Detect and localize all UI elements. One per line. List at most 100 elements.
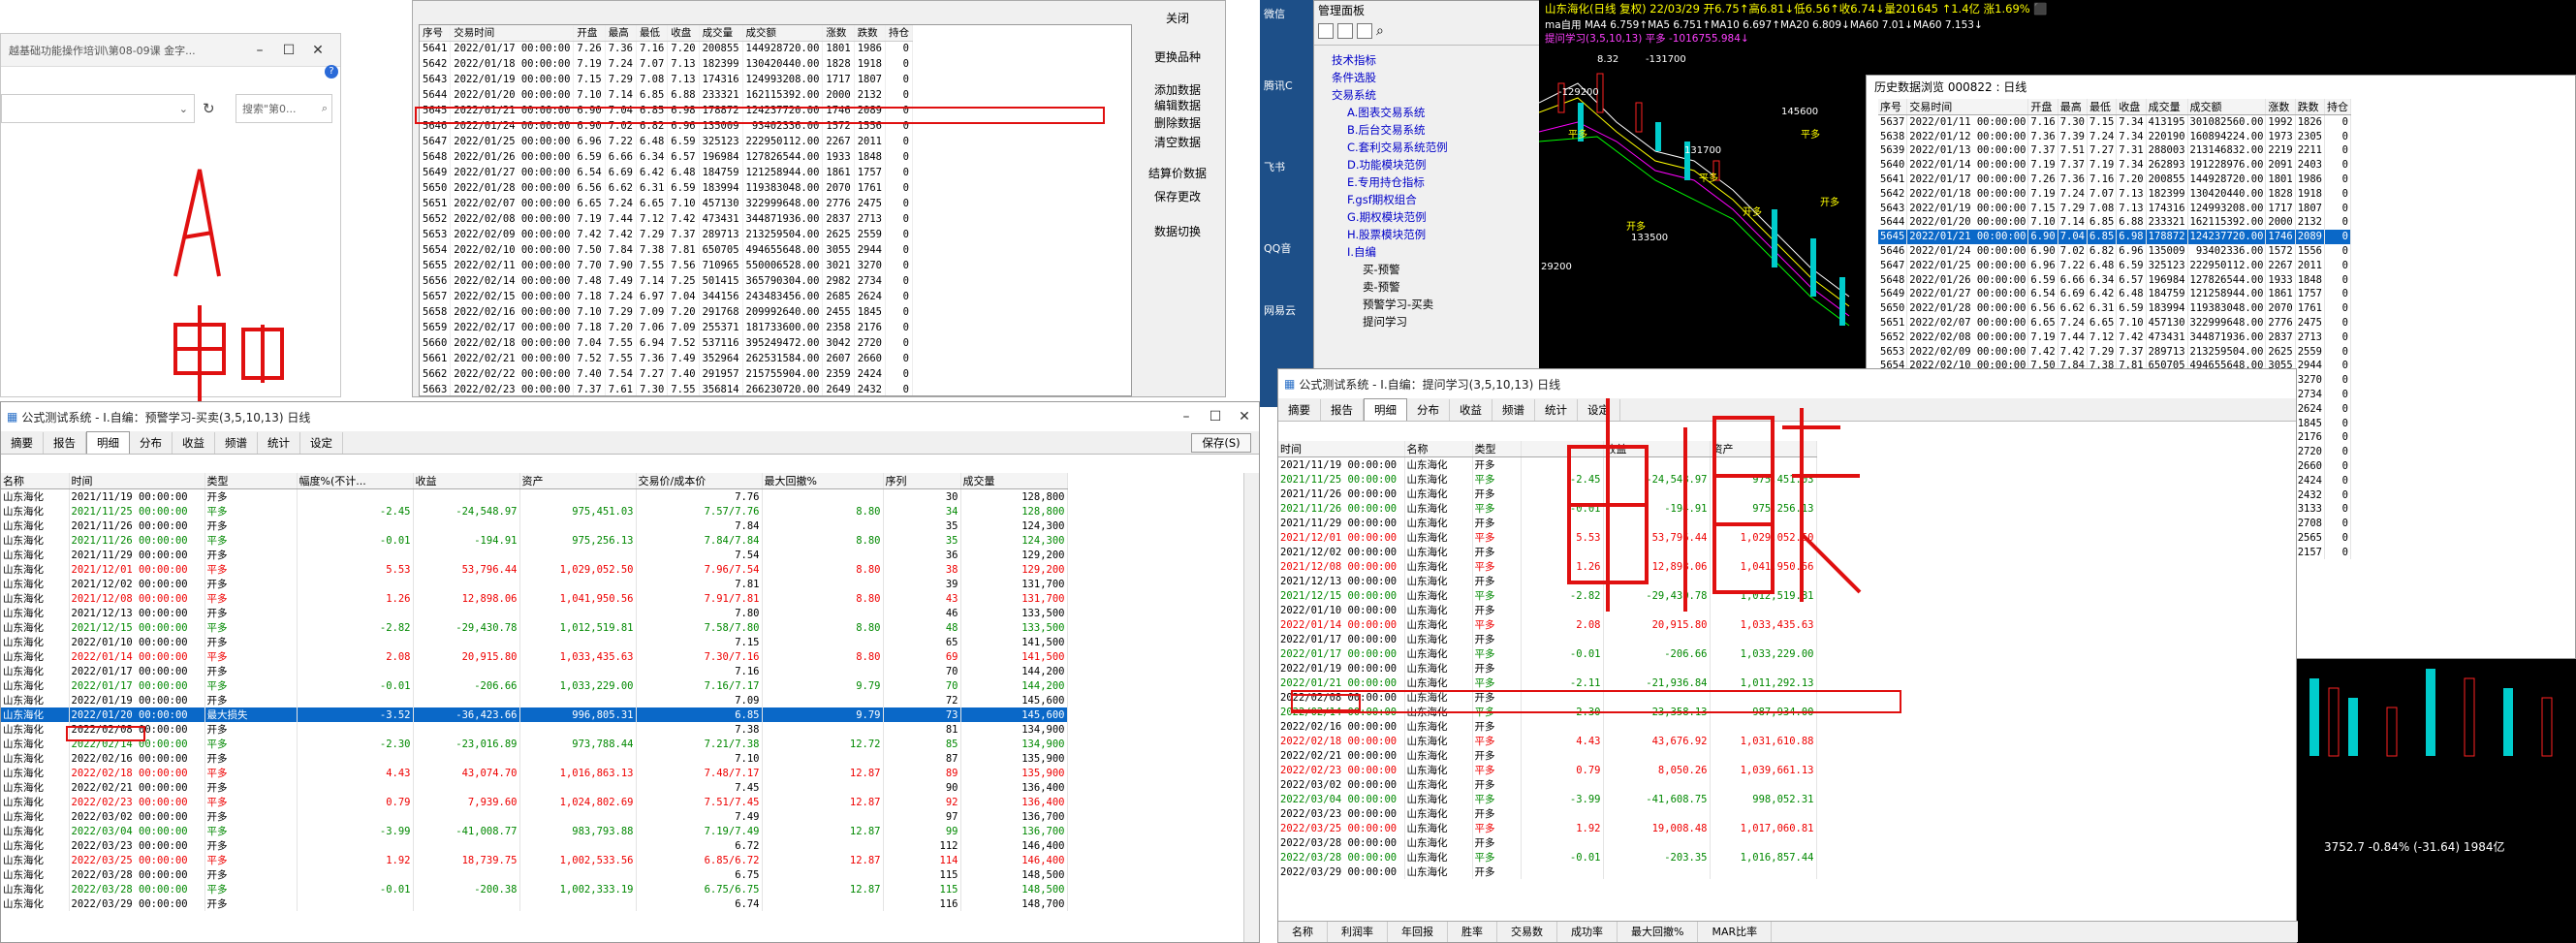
table-row[interactable]: 山东海化 2022/03/25 00:00:00 平多 1.92 18,739.75 1,… xyxy=(1,853,1068,867)
table-row[interactable]: 5647 2022/01/25 00:00:00 6.96 7.22 6.48 6.59 3… xyxy=(1878,258,2351,273)
column-header[interactable]: 跌数 xyxy=(2295,99,2325,115)
table-row[interactable]: 2022/02/23 00:00:00 山东海化 平多 0.79 8,050.26 1,0… xyxy=(1278,763,1817,777)
column-header[interactable]: 幅度%(不计... xyxy=(297,473,414,489)
table-row[interactable]: 5642 2022/01/18 00:00:00 7.19 7.24 7.07 7.13 1… xyxy=(420,56,913,72)
column-header[interactable]: 类型 xyxy=(1472,441,1522,457)
tree-item[interactable]: B.后台交易系统 xyxy=(1318,121,1542,139)
table-row[interactable]: 山东海化 2021/12/02 00:00:00 开多 7.81 39 131,700 xyxy=(1,577,1068,591)
column-header[interactable]: 涨数 xyxy=(2265,99,2296,115)
summary-column-header[interactable]: 利润率 xyxy=(1328,922,1388,942)
tree-item[interactable]: A.图表交易系统 xyxy=(1318,104,1542,121)
tree-item[interactable]: 交易系统 xyxy=(1318,86,1542,104)
tab[interactable]: 报告 xyxy=(1321,398,1364,421)
table-row[interactable]: 山东海化 2022/01/19 00:00:00 开多 7.09 72 145,600 xyxy=(1,693,1068,707)
table-row[interactable]: 山东海化 2021/11/29 00:00:00 开多 7.54 36 129,200 xyxy=(1,548,1068,562)
summary-column-header[interactable]: 交易数 xyxy=(1497,922,1557,942)
column-header[interactable]: 成交量 xyxy=(2146,99,2188,115)
table-row[interactable]: 山东海化 2022/01/17 00:00:00 平多 -0.01 -206.66 1,0… xyxy=(1,678,1068,693)
address-bar[interactable]: ⌄ xyxy=(1,94,195,123)
help-icon[interactable]: ? xyxy=(325,65,338,79)
close-button[interactable]: ✕ xyxy=(303,43,332,58)
table-row[interactable]: 2022/01/19 00:00:00 山东海化 开多 xyxy=(1278,661,1817,676)
table-row[interactable]: 2022/01/17 00:00:00 山东海化 开多 xyxy=(1278,632,1817,646)
table-row[interactable]: 2022/01/21 00:00:00 山东海化 平多 -2.11 -21,936.84… xyxy=(1278,676,1817,690)
table-row[interactable]: 山东海化 2022/02/08 00:00:00 开多 7.38 81 134,900 xyxy=(1,722,1068,737)
table-row[interactable]: 2022/03/25 00:00:00 山东海化 平多 1.92 19,008.48 1,… xyxy=(1278,821,1817,835)
search-icon[interactable]: ⌕ xyxy=(322,102,328,115)
table-row[interactable]: 2022/01/17 00:00:00 山东海化 平多 -0.01 -206.66 1,0… xyxy=(1278,646,1817,661)
table-row[interactable]: 5643 2022/01/19 00:00:00 7.15 7.29 7.08 7.13 1… xyxy=(1878,201,2351,216)
search-input[interactable]: 搜索"第0... ⌕ xyxy=(236,94,332,123)
table-row[interactable]: 2022/03/28 00:00:00 山东海化 开多 xyxy=(1278,835,1817,850)
column-header[interactable]: 开盘 xyxy=(573,25,606,42)
table-row[interactable]: 5643 2022/01/19 00:00:00 7.15 7.29 7.08 7.13 1… xyxy=(420,72,913,87)
tab[interactable]: 统计 xyxy=(258,431,300,454)
tree-item[interactable]: 提问学习 xyxy=(1318,313,1542,330)
summary-column-header[interactable]: 最大回撤% xyxy=(1618,922,1699,942)
table-row[interactable]: 56612022/02/21 00:00:007.527.557.367.493… xyxy=(420,351,913,366)
table-row[interactable]: 山东海化 2022/01/10 00:00:00 开多 7.15 65 141,500 xyxy=(1,635,1068,649)
table-row[interactable]: 山东海化 2022/03/02 00:00:00 开多 7.49 97 136,700 xyxy=(1,809,1068,824)
table-row[interactable]: 山东海化 2022/01/20 00:00:00 最大损失 -3.52 -36,423.… xyxy=(1,707,1068,722)
table-row[interactable]: 56552022/02/11 00:00:007.707.907.557.567… xyxy=(420,258,913,273)
table-row[interactable]: 山东海化 2022/02/21 00:00:00 开多 7.45 90 136,400 xyxy=(1,780,1068,795)
column-header[interactable]: 类型 xyxy=(204,473,298,489)
table-row[interactable]: 山东海化 2021/12/08 00:00:00 平多 1.26 12,898.06 1,… xyxy=(1,591,1068,606)
table-row[interactable]: 5649 2022/01/27 00:00:00 6.54 6.69 6.42 6.48 1… xyxy=(1878,287,2351,301)
dialog-button[interactable]: 保存更改 xyxy=(1139,186,1216,207)
table-row[interactable]: 山东海化 2022/03/29 00:00:00 开多 6.74 116 148,700 xyxy=(1,896,1068,911)
column-header[interactable]: 最高 xyxy=(2058,99,2089,115)
tab[interactable]: 报告 xyxy=(44,431,86,454)
table-row[interactable]: 5645 2022/01/21 00:00:00 6.90 7.04 6.85 6.98 1… xyxy=(1878,229,2351,244)
refresh-icon[interactable]: ↻ xyxy=(203,100,215,117)
column-header[interactable]: 涨数 xyxy=(822,25,855,42)
table-row[interactable]: 56572022/02/15 00:00:007.187.246.977.043… xyxy=(420,289,913,304)
chevron-down-icon[interactable]: ⌄ xyxy=(179,103,188,115)
table-row[interactable]: 5651 2022/02/07 00:00:00 6.65 7.24 6.65 7.10 4… xyxy=(1878,315,2351,330)
table-row[interactable]: 2022/02/18 00:00:00 山东海化 平多 4.43 43,676.92 1,… xyxy=(1278,734,1817,748)
table-row[interactable]: 2022/03/29 00:00:00 山东海化 开多 xyxy=(1278,864,1817,879)
table-row[interactable]: 5644 2022/01/20 00:00:00 7.10 7.14 6.85 6.88 2… xyxy=(420,87,913,103)
table-row[interactable]: 5641 2022/01/17 00:00:00 7.26 7.36 7.16 7.20 2… xyxy=(420,41,913,56)
dialog-button[interactable]: 关闭 xyxy=(1139,8,1216,29)
table-row[interactable]: 山东海化 2022/03/04 00:00:00 平多 -3.99 -41,008.77… xyxy=(1,824,1068,838)
table-row[interactable]: 5647 2022/01/25 00:00:00 6.96 7.22 6.48 6.59 3… xyxy=(420,134,913,149)
table-row[interactable]: 山东海化 2021/11/26 00:00:00 平多 -0.01 -194.91 975… xyxy=(1,533,1068,548)
tab[interactable]: 分布 xyxy=(130,431,173,454)
table-row[interactable]: 56582022/02/16 00:00:007.107.297.097.202… xyxy=(420,304,913,320)
table-row[interactable]: 5644 2022/01/20 00:00:00 7.10 7.14 6.85 6.88 2… xyxy=(1878,215,2351,230)
table-row[interactable]: 2022/03/23 00:00:00 山东海化 开多 xyxy=(1278,806,1817,821)
table-row[interactable]: 山东海化 2022/02/16 00:00:00 开多 7.10 87 135,900 xyxy=(1,751,1068,766)
table-row[interactable]: 5654 2022/02/10 00:00:00 7.50 7.84 7.38 7.81 6… xyxy=(420,242,913,258)
table-row[interactable]: 5653 2022/02/09 00:00:00 7.42 7.42 7.29 7.37 2… xyxy=(420,227,913,242)
column-header[interactable]: 序号 xyxy=(1878,99,1908,115)
table-row[interactable]: 山东海化 2021/12/13 00:00:00 开多 7.80 46 133,500 xyxy=(1,606,1068,620)
column-header[interactable]: 名称 xyxy=(1404,441,1473,457)
column-header[interactable]: 最大回撤% xyxy=(762,473,884,489)
tab[interactable]: 明细 xyxy=(86,431,130,454)
table-row[interactable]: 山东海化 2022/01/14 00:00:00 平多 2.08 20,915.80 1,… xyxy=(1,649,1068,664)
dialog-button[interactable]: 数据切换 xyxy=(1139,221,1216,242)
copy-icon[interactable] xyxy=(1337,23,1353,39)
table-row[interactable]: 56622022/02/22 00:00:007.407.547.277.402… xyxy=(420,366,913,382)
table-row[interactable]: 5648 2022/01/26 00:00:00 6.59 6.66 6.34 6.57 1… xyxy=(420,149,913,165)
table-row[interactable]: 山东海化 2021/11/19 00:00:00 开多 7.76 30 128,800 xyxy=(1,488,1068,504)
tree-item[interactable]: I.自编 xyxy=(1318,243,1542,261)
table-row[interactable]: 5641 2022/01/17 00:00:00 7.26 7.36 7.16 7.20 2… xyxy=(1878,172,2351,187)
summary-column-header[interactable]: 成功率 xyxy=(1557,922,1618,942)
tab[interactable]: 摘要 xyxy=(1,431,44,454)
column-header[interactable]: 成交额 xyxy=(742,25,824,42)
table-row[interactable]: 5651 2022/02/07 00:00:00 6.65 7.24 6.65 7.10 4… xyxy=(420,196,913,211)
minimize-button[interactable]: – xyxy=(245,43,274,58)
table-row[interactable]: 5653 2022/02/09 00:00:00 7.42 7.42 7.29 7.37 2… xyxy=(1878,344,2351,360)
column-header[interactable]: 资产 xyxy=(519,473,637,489)
tree-item[interactable]: D.功能模块范例 xyxy=(1318,156,1542,173)
delete-icon[interactable] xyxy=(1357,23,1372,39)
tree-item[interactable]: 卖-预警 xyxy=(1318,278,1542,296)
desktop-icon-wechat[interactable]: 微信 xyxy=(1264,8,1314,21)
tree-item[interactable]: C.套利交易系统范例 xyxy=(1318,139,1542,156)
tab[interactable]: 收益 xyxy=(1450,398,1492,421)
dialog-button[interactable]: 删除数据 xyxy=(1139,112,1216,134)
column-header[interactable]: 成交额 xyxy=(2187,99,2267,115)
browser-tab-title[interactable]: 越基础功能操作培训\第08-09课 金字... xyxy=(9,43,245,58)
